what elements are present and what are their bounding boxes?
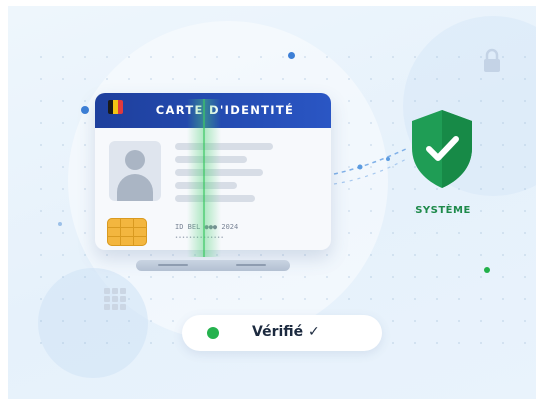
grid-icon [104,288,126,310]
shield-check-icon [412,110,472,188]
card-title: CARTE D'IDENTITÉ [155,103,295,117]
decorative-dot [484,267,490,273]
chip-icon [107,218,147,246]
lock-icon [484,48,500,72]
verification-status-badge: Vérifié ✓ [182,315,382,351]
connection-line [333,147,409,185]
system-label: SYSTÈME [415,205,471,216]
decorative-dot [58,222,62,226]
scan-beam-core [203,99,205,257]
decorative-dot [288,52,295,59]
belgian-flag-icon [108,100,123,114]
person-silhouette-icon [109,141,161,201]
decorative-dot [81,106,89,114]
status-text: Vérifié ✓ [252,324,320,340]
status-dot [207,327,219,339]
card-reader [136,260,290,271]
